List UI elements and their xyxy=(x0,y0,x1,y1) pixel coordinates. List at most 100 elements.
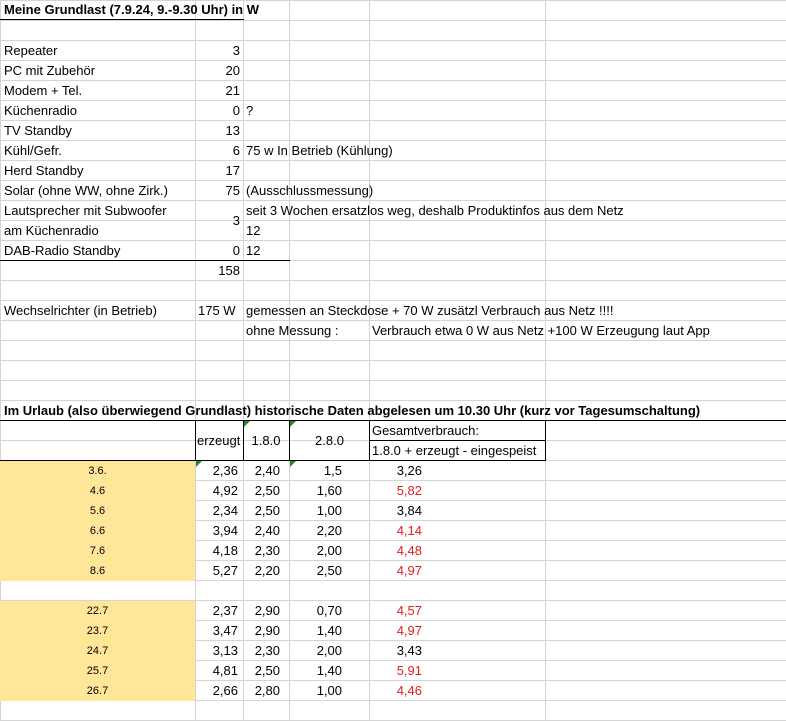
item-label: Repeater xyxy=(4,43,58,58)
header-gesamt: Gesamtverbrauch: xyxy=(372,423,479,438)
value-280-cell: 1,40 xyxy=(316,623,342,638)
value-180-cell: 2,20 xyxy=(254,563,280,578)
value-280-cell: 1,00 xyxy=(316,503,342,518)
date-cell: 4.6 xyxy=(89,485,106,497)
gesamt-cell: 5,91 xyxy=(396,663,422,678)
item-value: 20 xyxy=(225,63,240,78)
gesamt-cell: 4,97 xyxy=(396,623,422,638)
date-cell: 26.7 xyxy=(86,685,109,697)
value-280-cell: 1,60 xyxy=(316,483,342,498)
value-280-cell: 1,5 xyxy=(323,463,342,478)
header-border xyxy=(369,420,370,461)
erzeugt-cell: 4,18 xyxy=(212,543,238,558)
item-value: 21 xyxy=(225,83,240,98)
value-280-cell: 2,00 xyxy=(316,643,342,658)
gesamt-cell: 4,46 xyxy=(396,683,422,698)
dab-value: 0 xyxy=(232,243,240,258)
date-cell: 23.7 xyxy=(86,625,109,637)
date-cell: 3.6. xyxy=(88,465,107,477)
gesamt-cell: 5,82 xyxy=(396,483,422,498)
item-label: Herd Standby xyxy=(4,163,84,178)
title-underline xyxy=(0,19,244,20)
speaker-value: 3 xyxy=(232,213,240,228)
inverter-note: gemessen an Steckdose + 70 W zusätzl Ver… xyxy=(246,303,614,318)
value-280-cell: 2,20 xyxy=(316,523,342,538)
value-180-cell: 2,90 xyxy=(254,623,280,638)
item-label: Modem + Tel. xyxy=(4,83,83,98)
date-cell: 22.7 xyxy=(86,605,109,617)
value-180-cell: 2,90 xyxy=(254,603,280,618)
item-value: 3 xyxy=(232,43,240,58)
erzeugt-cell: 2,36 xyxy=(212,463,238,478)
date-cell: 25.7 xyxy=(86,665,109,677)
value-180-cell: 2,80 xyxy=(254,683,280,698)
gesamt-cell: 4,14 xyxy=(396,523,422,538)
item-value: 0 xyxy=(232,103,240,118)
erzeugt-cell: 2,66 xyxy=(212,683,238,698)
gesamt-cell: 3,84 xyxy=(396,503,422,518)
item-value: 75 xyxy=(225,183,240,198)
item-value: 13 xyxy=(225,123,240,138)
value-180-cell: 2,50 xyxy=(254,483,280,498)
erzeugt-cell: 2,37 xyxy=(212,603,238,618)
header-inner-line xyxy=(369,440,546,441)
erzeugt-cell: 3,47 xyxy=(212,623,238,638)
value-280-cell: 1,00 xyxy=(316,683,342,698)
item-label: Solar (ohne WW, ohne Zirk.) xyxy=(4,183,168,198)
erzeugt-cell: 4,81 xyxy=(212,663,238,678)
item-label: Küchenradio xyxy=(4,103,77,118)
speaker-label-line1: Lautsprecher mit Subwoofer xyxy=(4,203,167,218)
date-cell: 8.6 xyxy=(89,565,106,577)
history-title: Im Urlaub (also überwiegend Grundlast) h… xyxy=(4,403,701,418)
gesamt-cell: 3,26 xyxy=(396,463,422,478)
item-label: TV Standby xyxy=(4,123,72,138)
item-note: 75 w In Betrieb (Kühlung) xyxy=(246,143,393,158)
erzeugt-cell: 5,27 xyxy=(212,563,238,578)
item-label: PC mit Zubehör xyxy=(4,63,96,78)
speaker-note: seit 3 Wochen ersatzlos weg, deshalb Pro… xyxy=(246,203,624,218)
value-180-cell: 2,30 xyxy=(254,643,280,658)
header-border xyxy=(545,420,546,461)
value-180-cell: 2,50 xyxy=(254,663,280,678)
value-280-cell: 2,50 xyxy=(316,563,342,578)
item-label: Kühl/Gefr. xyxy=(4,143,62,158)
item-value: 17 xyxy=(225,163,240,178)
column-divider xyxy=(545,0,546,721)
header-180: 1.8.0 xyxy=(251,433,281,448)
sum-line xyxy=(0,260,290,261)
value-280-cell: 0,70 xyxy=(316,603,342,618)
value-180-cell: 2,30 xyxy=(254,543,280,558)
value-180-cell: 2,50 xyxy=(254,503,280,518)
inverter-sub-label: ohne Messung : xyxy=(246,323,339,338)
speaker-label-line2: am Küchenradio xyxy=(4,223,99,238)
erzeugt-cell: 2,34 xyxy=(212,503,238,518)
item-note: ? xyxy=(246,103,254,118)
erzeugt-cell: 4,92 xyxy=(212,483,238,498)
total-value: 158 xyxy=(218,263,240,278)
dab-note: 12 xyxy=(246,243,261,258)
header-border xyxy=(195,420,196,461)
item-note: (Ausschlussmessung) xyxy=(246,183,374,198)
value-180-cell: 2,40 xyxy=(254,463,280,478)
inverter-label: Wechselrichter (in Betrieb) xyxy=(4,303,157,318)
gesamt-cell: 3,43 xyxy=(396,643,422,658)
header-erzeugt: erzeugt xyxy=(197,433,241,448)
date-cell: 24.7 xyxy=(86,645,109,657)
comment-marker-icon xyxy=(290,421,296,427)
gesamt-cell: 4,48 xyxy=(396,543,422,558)
header-gesamt-formula: 1.8.0 + erzeugt - eingespeist xyxy=(372,443,537,458)
value-280-cell: 1,40 xyxy=(316,663,342,678)
dab-label: DAB-Radio Standby xyxy=(4,243,121,258)
date-cell: 7.6 xyxy=(89,545,106,557)
comment-marker-icon xyxy=(244,421,250,427)
item-value: 6 xyxy=(232,143,240,158)
inverter-sub-note: Verbrauch etwa 0 W aus Netz +100 W Erzeu… xyxy=(372,323,710,338)
inverter-value: 175 W xyxy=(198,303,236,318)
value-280-cell: 2,00 xyxy=(316,543,342,558)
header-280: 2.8.0 xyxy=(315,433,344,448)
speaker-note-2: 12 xyxy=(246,223,261,238)
sheet-title: Meine Grundlast (7.9.24, 9.-9.30 Uhr) in… xyxy=(4,2,260,17)
erzeugt-cell: 3,94 xyxy=(212,523,238,538)
gesamt-cell: 4,97 xyxy=(396,563,422,578)
gesamt-cell: 4,57 xyxy=(396,603,422,618)
